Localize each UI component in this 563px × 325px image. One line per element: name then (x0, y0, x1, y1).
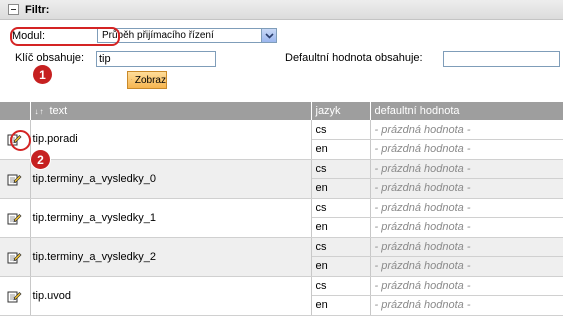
key-cell: tip.poradi (30, 120, 312, 160)
translations-table: ↓↑ text jazyk defaultní hodnota tip.porad… (0, 102, 563, 316)
key-cell: tip.terminy_a_vysledky_1 (30, 198, 312, 238)
sort-arrows-icon[interactable]: ↓↑ (35, 107, 45, 116)
collapse-minus-icon[interactable] (8, 4, 19, 15)
key-contains-label: Klíč obsahuje: (15, 52, 85, 64)
annotation-marker-2: 2 (31, 150, 50, 169)
header-default-value[interactable]: defaultní hodnota (370, 102, 563, 120)
default-value-cell: - prázdná hodnota - (370, 256, 563, 277)
language-cell: cs (311, 159, 371, 179)
language-cell: en (311, 295, 371, 316)
annotation-oval-key-filter (10, 27, 120, 46)
edit-pencil-icon[interactable] (7, 289, 22, 303)
table-row: tip.uvod cs - prázdná hodnota - (0, 276, 563, 316)
language-cell: en (311, 217, 371, 238)
default-value-cell: - prázdná hodnota - (370, 159, 563, 179)
language-cell: en (311, 139, 371, 160)
default-value-cell: - prázdná hodnota - (370, 237, 563, 257)
default-value-cell: - prázdná hodnota - (370, 178, 563, 199)
header-text-label: text (49, 105, 68, 117)
header-edit-column (0, 102, 31, 120)
table-row: tip.terminy_a_vysledky_2 cs - prázdná hodn… (0, 237, 563, 277)
language-cell: cs (311, 198, 371, 218)
filter-header[interactable]: Filtr: (0, 0, 563, 20)
search-button-label: Zobraz (134, 74, 166, 86)
edit-pencil-icon[interactable] (7, 172, 22, 186)
header-language[interactable]: jazyk (311, 102, 371, 120)
default-value-cell: - prázdná hodnota - (370, 198, 563, 218)
annotation-marker-1: 1 (33, 65, 52, 84)
module-select[interactable]: Průběh přijímacího řízení (97, 28, 277, 43)
search-button[interactable]: Zobraz (127, 71, 167, 89)
table-body: tip.poradi cs - prázdná hodnota - en - prázd… (0, 120, 563, 316)
key-cell: tip.terminy_a_vysledky_2 (30, 237, 312, 277)
filter-title: Filtr: (25, 3, 50, 16)
default-value-cell: - prázdná hodnota - (370, 139, 563, 160)
edit-cell (0, 198, 31, 238)
key-contains-input[interactable] (96, 51, 216, 67)
annotation-circle-edit (10, 130, 31, 151)
default-contains-label: Defaultní hodnota obsahuje: (285, 52, 423, 64)
language-cell: cs (311, 276, 371, 296)
key-cell: tip.uvod (30, 276, 312, 316)
edit-pencil-icon[interactable] (7, 250, 22, 264)
edit-cell (0, 237, 31, 277)
edit-cell (0, 159, 31, 199)
default-value-cell: - prázdná hodnota - (370, 217, 563, 238)
default-value-cell: - prázdná hodnota - (370, 276, 563, 296)
key-cell: tip.terminy_a_vysledky_0 (30, 159, 312, 199)
language-cell: cs (311, 237, 371, 257)
default-contains-input[interactable] (443, 51, 560, 67)
default-value-cell: - prázdná hodnota - (370, 120, 563, 140)
edit-pencil-icon[interactable] (7, 211, 22, 225)
header-text[interactable]: ↓↑ text (30, 102, 312, 120)
table-row: tip.terminy_a_vysledky_0 cs - prázdná hodn… (0, 159, 563, 199)
language-cell: en (311, 178, 371, 199)
table-row: tip.terminy_a_vysledky_1 cs - prázdná hodn… (0, 198, 563, 238)
language-cell: en (311, 256, 371, 277)
edit-cell (0, 276, 31, 316)
table-header-row: ↓↑ text jazyk defaultní hodnota (0, 102, 563, 120)
chevron-down-icon[interactable] (261, 29, 276, 42)
search-button-icon (131, 79, 132, 81)
default-value-cell: - prázdná hodnota - (370, 295, 563, 316)
table-row: tip.poradi cs - prázdná hodnota - (0, 120, 563, 160)
language-cell: cs (311, 120, 371, 140)
